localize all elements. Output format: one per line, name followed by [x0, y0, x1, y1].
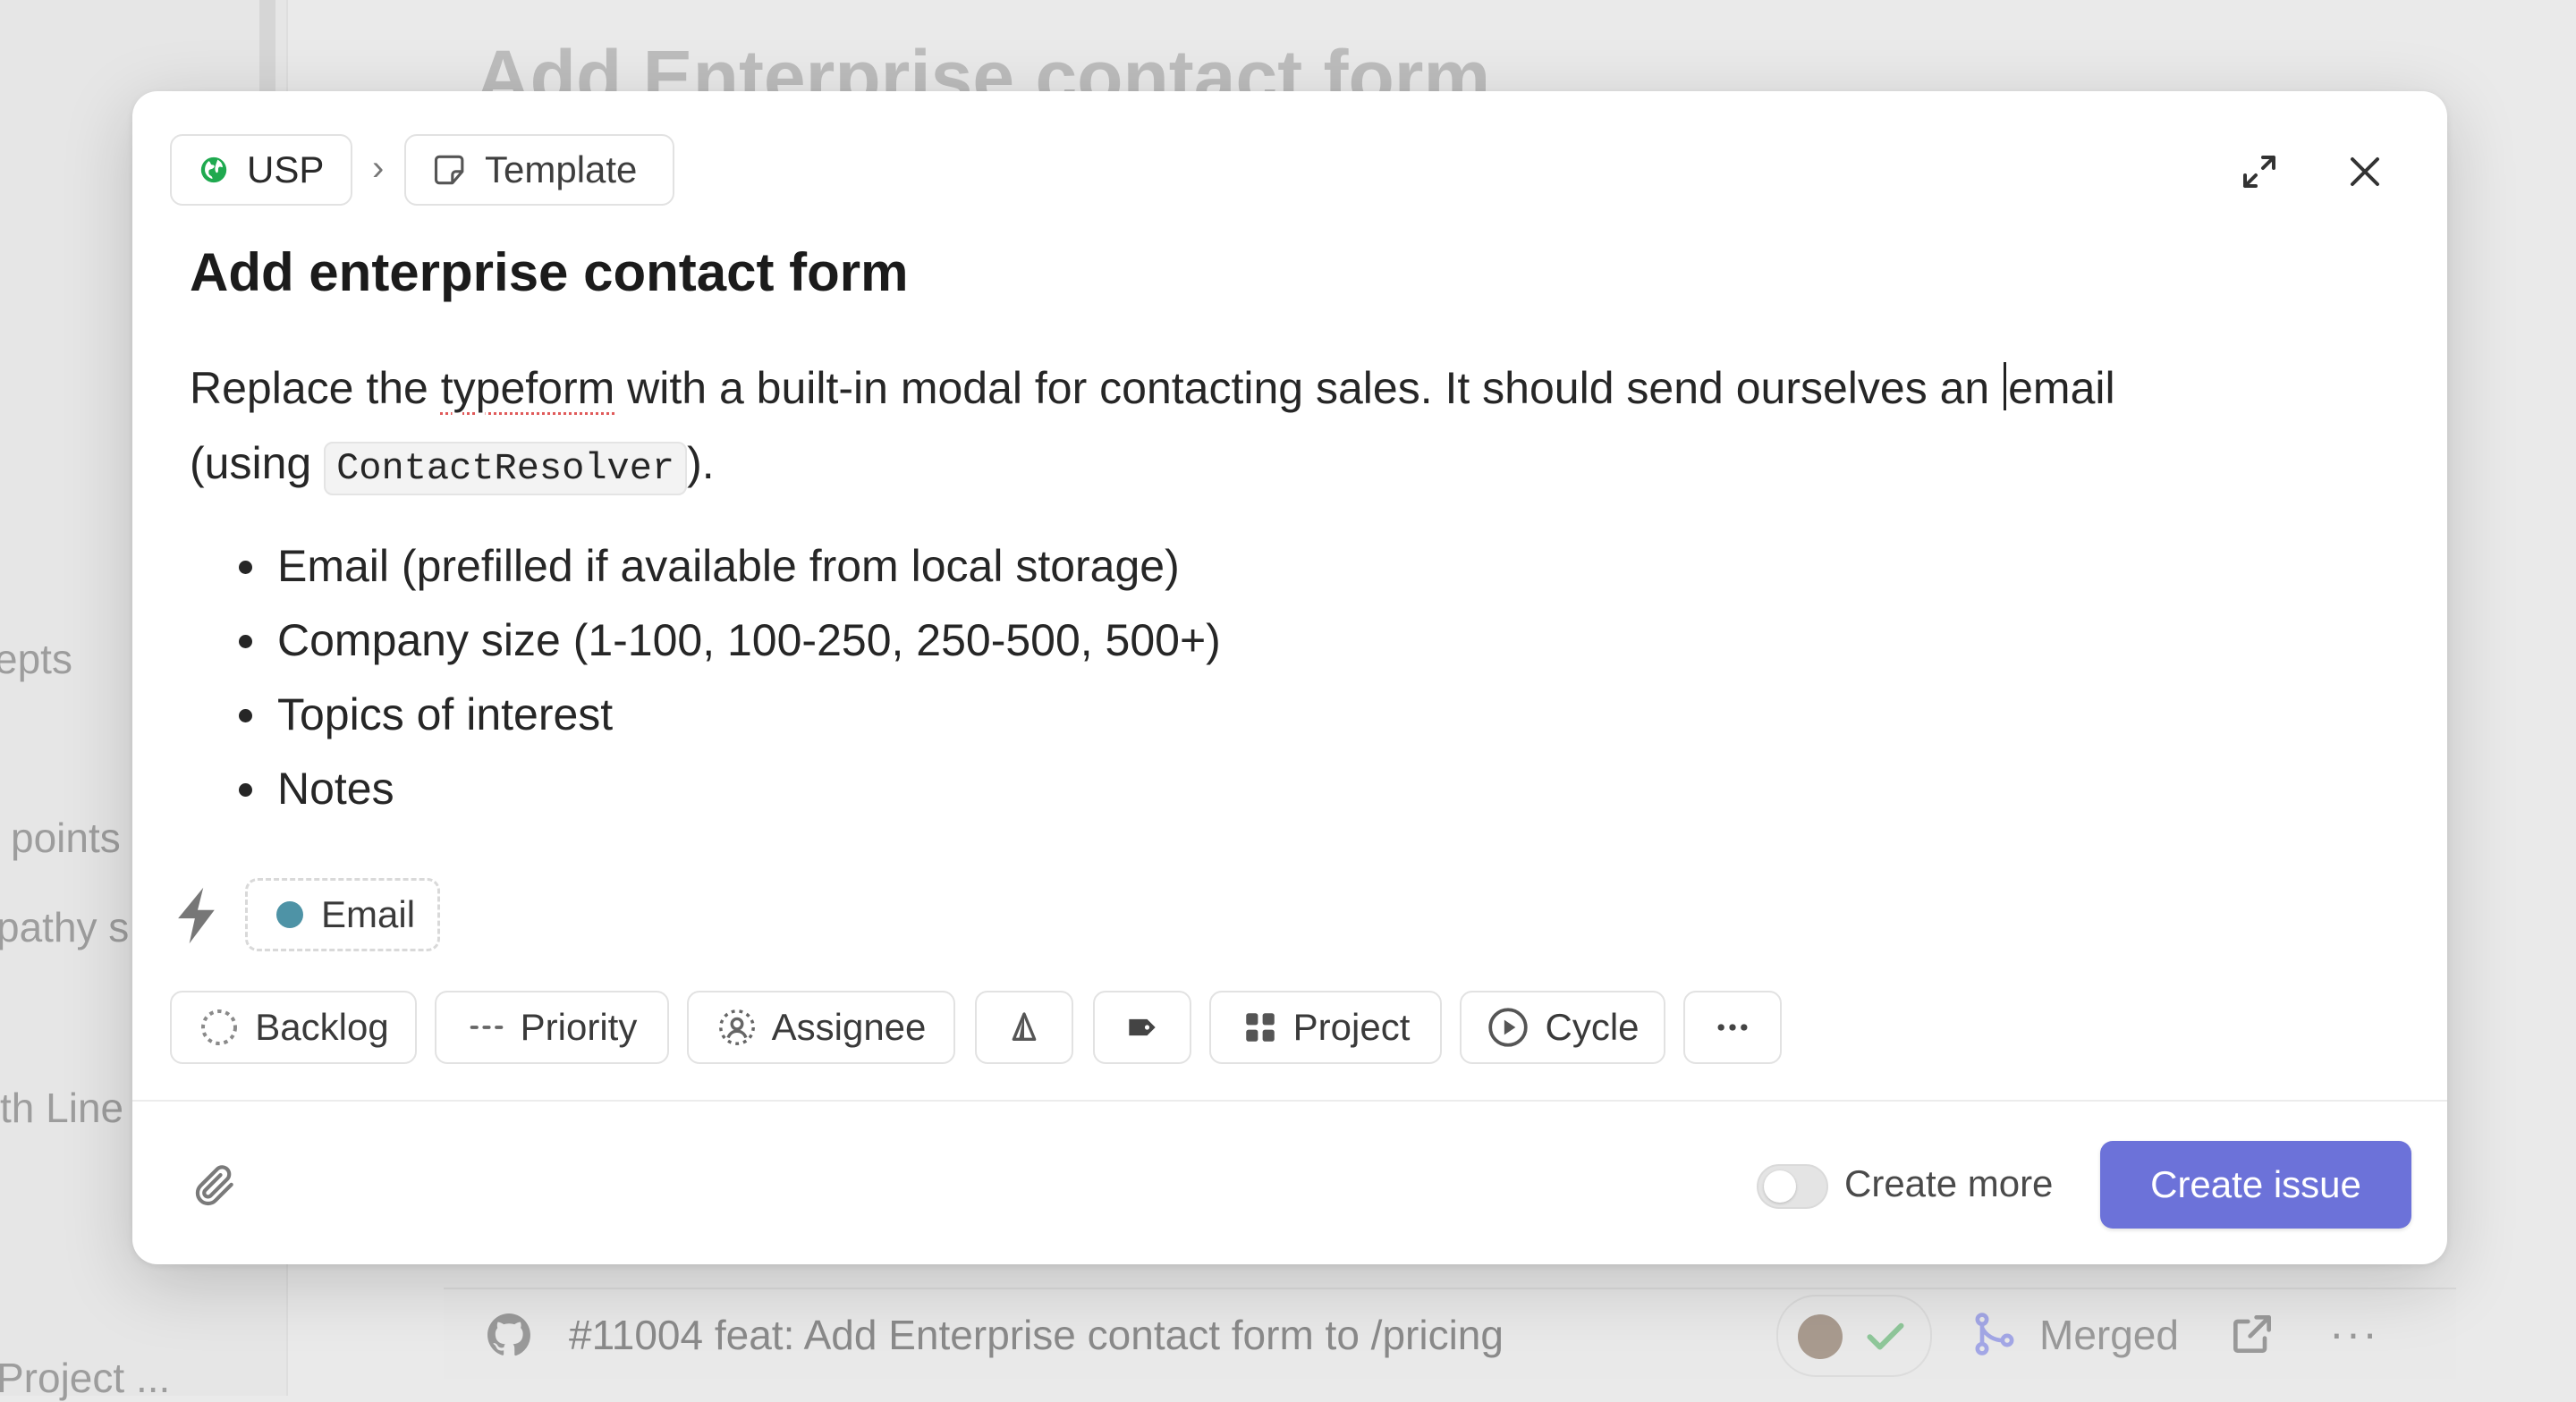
create-more-label: Create more	[1844, 1162, 2054, 1204]
expand-button[interactable]	[2233, 145, 2286, 198]
status-button[interactable]: Backlog	[170, 991, 417, 1064]
description-text: ).	[687, 438, 715, 488]
label-color-dot	[276, 901, 303, 928]
issue-title-input[interactable]: Add enterprise contact form	[190, 241, 908, 303]
create-more-toggle[interactable]	[1757, 1164, 1828, 1209]
inline-code: ContactResolver	[324, 442, 688, 495]
pr-checks	[1776, 1295, 1932, 1377]
lightning-icon	[178, 887, 215, 944]
more-horizontal-icon	[1717, 1024, 1748, 1031]
check-icon	[1867, 1322, 1904, 1350]
breadcrumb-separator: ›	[372, 148, 385, 188]
assignee-icon	[718, 1009, 755, 1045]
attachment-icon[interactable]	[190, 1161, 240, 1211]
sidebar-fragment: th Line	[0, 1085, 124, 1131]
sidebar-fragment: pathy s	[0, 904, 130, 950]
template-selector[interactable]: Template	[404, 134, 674, 206]
assignee-label: Assignee	[771, 1006, 927, 1048]
misspelled-word: typeform	[440, 363, 615, 413]
estimate-icon	[1012, 1012, 1037, 1041]
labels-button[interactable]	[1093, 991, 1191, 1064]
priority-label: Priority	[520, 1006, 638, 1048]
more-dots-icon: ···	[2329, 1308, 2379, 1358]
merge-icon	[1975, 1313, 2014, 1356]
project-button[interactable]: Project	[1209, 991, 1442, 1064]
sidebar-fragment: epts	[0, 636, 72, 682]
background-pr-row: #11004 feat: Add Enterprise contact form…	[444, 1288, 2456, 1379]
pr-status: Merged	[2039, 1312, 2179, 1358]
list-item: Email (prefilled if available from local…	[272, 529, 2381, 604]
team-selector[interactable]: USP	[170, 134, 352, 206]
description-text: with a built-in modal for contacting sal…	[614, 363, 2003, 413]
project-label: Project	[1292, 1006, 1411, 1048]
team-globe-icon	[200, 156, 227, 183]
no-priority-icon	[470, 1026, 503, 1029]
project-grid-icon	[1245, 1013, 1275, 1042]
external-link-icon	[2233, 1315, 2271, 1353]
suggested-label-chip[interactable]: Email	[245, 878, 440, 951]
team-name: USP	[247, 148, 325, 190]
cycle-label: Cycle	[1545, 1006, 1640, 1048]
more-options-button[interactable]	[1683, 991, 1782, 1064]
backlog-status-icon	[201, 1009, 238, 1045]
create-issue-modal: USP › Template Add enterprise contact fo…	[132, 91, 2447, 1264]
priority-button[interactable]: Priority	[435, 991, 669, 1064]
close-icon	[2351, 157, 2379, 186]
template-label: Template	[485, 148, 638, 190]
sidebar-fragment: points	[11, 815, 121, 861]
label-tag-icon	[1129, 1018, 1156, 1036]
close-button[interactable]	[2338, 145, 2392, 198]
cycle-button[interactable]: Cycle	[1460, 991, 1665, 1064]
description-paragraph: Replace the typeform with a built-in mod…	[190, 350, 2381, 506]
sidebar-fragment: Project ...	[0, 1355, 171, 1401]
create-issue-button[interactable]: Create issue	[2100, 1141, 2411, 1229]
pr-title: #11004 feat: Add Enterprise contact form…	[569, 1312, 1504, 1358]
description-text: (using	[190, 438, 325, 488]
template-icon	[434, 155, 464, 185]
description-text: Replace the	[190, 363, 441, 413]
text-caret	[2004, 362, 2007, 410]
assignee-button[interactable]: Assignee	[687, 991, 955, 1064]
expand-icon	[2243, 156, 2275, 188]
list-item: Topics of interest	[272, 678, 2381, 752]
github-icon	[487, 1313, 530, 1356]
toggle-knob	[1764, 1170, 1796, 1203]
list-item: Notes	[272, 752, 2381, 826]
avatar	[1798, 1314, 1843, 1359]
cycle-icon	[1488, 1008, 1529, 1047]
list-item: Company size (1-100, 100-250, 250-500, 5…	[272, 604, 2381, 678]
description-text: email	[2008, 363, 2115, 413]
status-label: Backlog	[255, 1006, 389, 1048]
suggested-label-name: Email	[321, 893, 416, 935]
footer-divider	[132, 1100, 2447, 1102]
issue-description-editor[interactable]: Replace the typeform with a built-in mod…	[190, 350, 2381, 826]
description-bullet-list: Email (prefilled if available from local…	[190, 529, 2381, 826]
estimate-button[interactable]	[975, 991, 1073, 1064]
